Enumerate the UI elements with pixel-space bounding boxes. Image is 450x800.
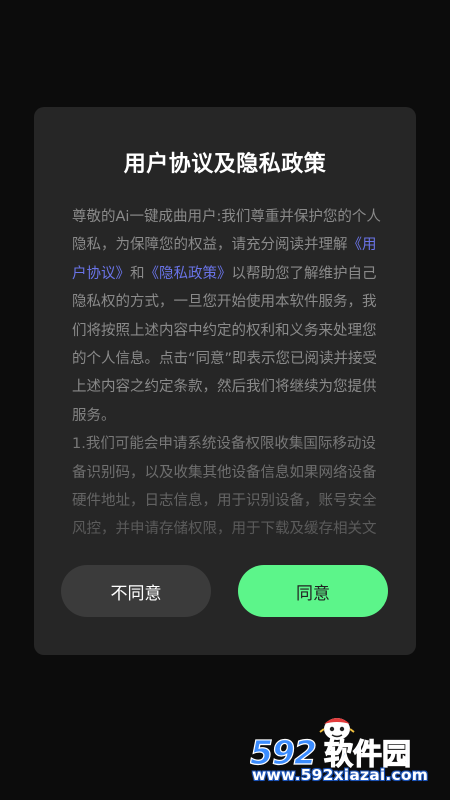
privacy-dialog: 用户协议及隐私政策 尊敬的Ai一键成曲用户:我们尊重并保护您的个人隐私，为保障您… (34, 107, 416, 655)
dialog-body[interactable]: 尊敬的Ai一键成曲用户:我们尊重并保护您的个人隐私，为保障您的权益，请充分阅读并… (72, 203, 384, 548)
dialog-title: 用户协议及隐私政策 (123, 152, 327, 177)
body-paragraph-2: 1.我们可能会申请系统设备权限收集国际移动设备识别码，以及收集其他设备信息如果网… (72, 436, 377, 538)
site-watermark: 592 软件园 www.592xiazai.com (250, 712, 446, 794)
and-text: 和 (130, 265, 145, 282)
agree-button[interactable]: 同意 (238, 565, 388, 617)
body-intro-text: 尊敬的Ai一键成曲用户:我们尊重并保护您的个人隐私，为保障您的权益，请充分阅读并… (72, 209, 381, 254)
svg-text:592: 592 (250, 734, 316, 770)
watermark-url: www.592xiazai.com (252, 766, 429, 784)
body-rest-text: 以帮助您了解维护自己隐私权的方式，一旦您开始使用本软件服务，我们将按照上述内容中… (72, 265, 378, 424)
decline-button[interactable]: 不同意 (61, 565, 211, 617)
body-paragraph-1: 尊敬的Ai一键成曲用户:我们尊重并保护您的个人隐私，为保障您的权益，请充分阅读并… (72, 203, 384, 430)
screen: 用户协议及隐私政策 尊敬的Ai一键成曲用户:我们尊重并保护您的个人隐私，为保障您… (0, 0, 450, 800)
watermark-brand-logo: 592 软件园 (250, 734, 412, 770)
privacy-policy-link[interactable]: 《隐私政策》 (145, 266, 232, 282)
